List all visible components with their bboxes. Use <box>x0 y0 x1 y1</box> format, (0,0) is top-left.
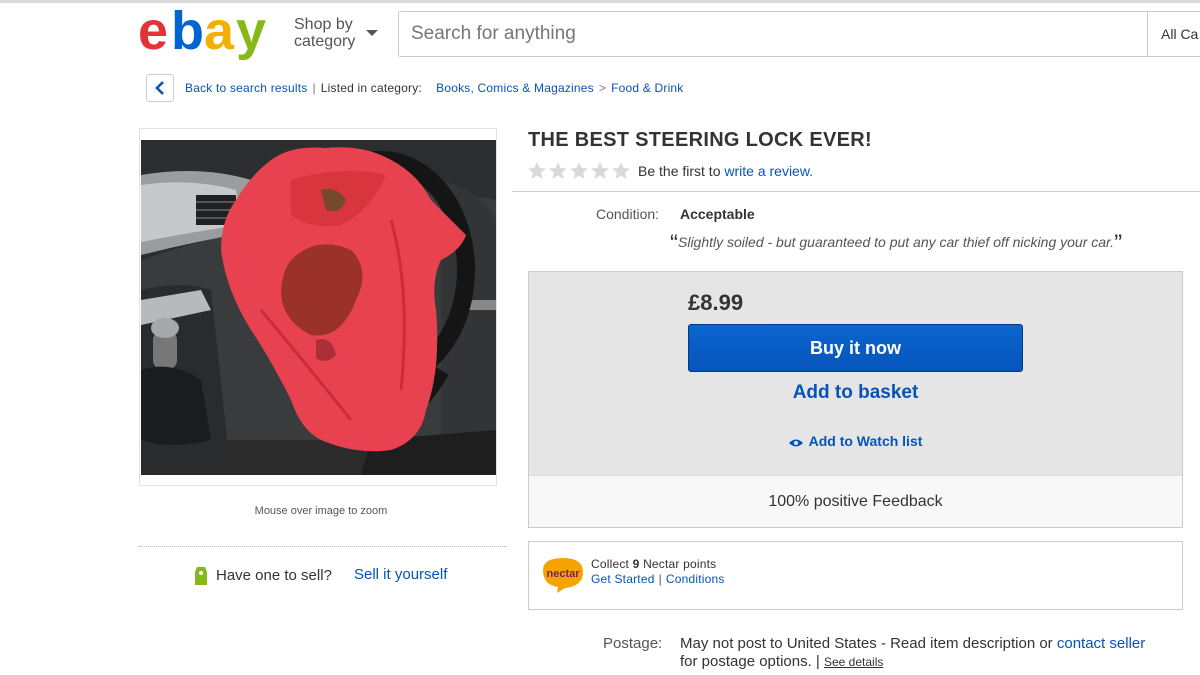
nectar-points: 9 <box>632 557 640 571</box>
logo-letter-y: y <box>236 5 266 61</box>
product-image <box>141 140 496 475</box>
nectar-text: Collect 9 Nectar points Get Started | Cond… <box>591 557 725 587</box>
svg-text:nectar: nectar <box>546 568 580 580</box>
eye-icon <box>788 439 803 447</box>
chevron-left-icon <box>155 81 164 95</box>
divider <box>139 546 507 547</box>
sell-question: Have one to sell? <box>216 567 332 584</box>
write-review-link[interactable]: write a review. <box>724 163 813 179</box>
star-icon <box>570 162 588 179</box>
logo-letter-e: e <box>138 5 167 61</box>
condition-description-text: Slightly soiled - but guaranteed to put … <box>678 234 1115 250</box>
rating-stars[interactable] <box>528 162 632 180</box>
condition-description: “Slightly soiled - but guaranteed to put… <box>670 226 1123 257</box>
product-image-frame[interactable] <box>139 128 497 486</box>
search-bar: All Ca <box>398 11 1200 57</box>
add-to-watch-list-button[interactable]: Add to Watch list <box>688 433 1023 449</box>
ebay-logo[interactable]: e b a y <box>138 5 283 65</box>
breadcrumb-arrow: > <box>598 81 607 95</box>
close-quote-icon: ” <box>1114 230 1123 257</box>
review-prompt: Be the first to write a review. <box>638 163 813 179</box>
postage-label: Postage: <box>603 635 663 652</box>
breadcrumb: Back to search results | Listed in categor… <box>185 81 684 95</box>
star-icon <box>591 162 609 179</box>
nectar-collect-suffix: Nectar points <box>643 557 717 571</box>
seller-feedback: 100% positive Feedback <box>529 475 1182 527</box>
contact-seller-link[interactable]: contact seller <box>1057 635 1145 652</box>
nectar-box: nectar Collect 9 Nectar points Get Start… <box>528 541 1183 610</box>
postage-info: May not post to United States - Read ite… <box>680 635 1195 671</box>
shop-by-line2: category <box>294 33 356 50</box>
condition-value: Acceptable <box>680 206 755 222</box>
nectar-get-started-link[interactable]: Get Started <box>591 572 655 586</box>
back-button[interactable] <box>146 74 174 102</box>
shop-by-line1: Shop by <box>294 16 353 33</box>
price-tag-icon <box>195 567 207 585</box>
sell-it-yourself-link[interactable]: Sell it yourself <box>354 566 447 583</box>
item-title: THE BEST STEERING LOCK EVER! <box>528 129 872 151</box>
star-icon <box>528 162 546 179</box>
chevron-down-icon <box>366 30 378 36</box>
logo-letter-b: b <box>171 5 204 61</box>
top-border <box>0 0 1200 3</box>
search-input[interactable] <box>399 12 1147 56</box>
see-details-link[interactable]: See details <box>824 655 883 669</box>
postage-text: May not post to United States - Read ite… <box>680 635 1053 652</box>
nectar-collect-line: Collect 9 Nectar points <box>591 557 725 572</box>
shop-by-category-button[interactable]: Shop by category <box>294 16 378 50</box>
category-link-food-drink[interactable]: Food & Drink <box>611 81 683 95</box>
nectar-logo: nectar <box>543 558 583 593</box>
condition-label: Condition: <box>596 206 660 222</box>
review-prefix: Be the first to <box>638 163 721 179</box>
zoom-hint: Mouse over image to zoom <box>254 505 388 517</box>
logo-letter-a: a <box>204 5 235 61</box>
back-to-search-link[interactable]: Back to search results <box>185 81 307 95</box>
nectar-collect-prefix: Collect <box>591 557 630 571</box>
watch-list-label: Add to Watch list <box>808 433 923 449</box>
open-quote-icon: “ <box>670 230 678 257</box>
star-icon <box>612 162 630 179</box>
buy-box: £8.99 Buy it now Add to basket Add to Wa… <box>528 271 1183 528</box>
add-to-basket-button[interactable]: Add to basket <box>688 382 1023 404</box>
nectar-conditions-link[interactable]: Conditions <box>666 572 725 586</box>
nectar-links: Get Started | Conditions <box>591 572 725 586</box>
buy-it-now-button[interactable]: Buy it now <box>688 324 1023 372</box>
star-icon <box>549 162 567 179</box>
category-link-books[interactable]: Books, Comics & Magazines <box>436 81 594 95</box>
title-divider <box>512 191 1200 192</box>
postage-text2: for postage options. | <box>680 653 820 670</box>
search-category-select[interactable]: All Ca <box>1147 12 1200 56</box>
item-price: £8.99 <box>688 290 744 315</box>
listed-in-label: Listed in category: <box>320 81 422 95</box>
